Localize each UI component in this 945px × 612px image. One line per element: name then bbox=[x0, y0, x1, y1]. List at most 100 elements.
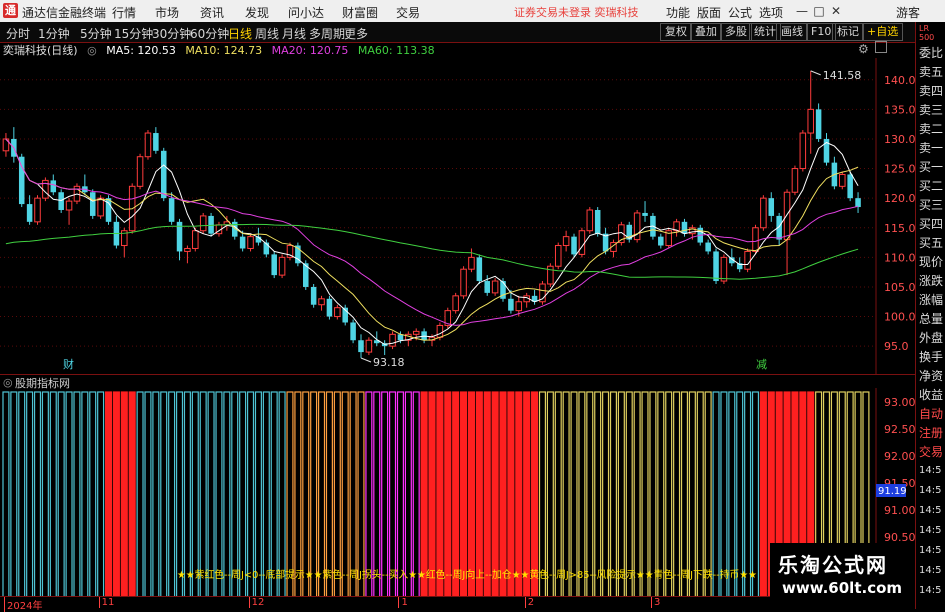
menu-discover[interactable]: 发现 bbox=[245, 4, 269, 21]
indicator-bar bbox=[349, 391, 357, 596]
indicator-bar bbox=[428, 391, 436, 596]
indicator-bar bbox=[673, 391, 681, 596]
indicator-tick-label: 92.50 bbox=[884, 423, 915, 436]
indicator-bar bbox=[152, 391, 160, 596]
pane-settings-icon[interactable]: ⚙ bbox=[858, 42, 869, 56]
candle-body bbox=[508, 298, 514, 311]
side-label[interactable]: 自动 bbox=[919, 405, 943, 423]
candle-body bbox=[847, 174, 853, 199]
moving-averages bbox=[5, 138, 859, 345]
side-label: 买二 bbox=[919, 179, 944, 193]
candle-body bbox=[310, 286, 317, 305]
overlay-button[interactable]: 叠加 bbox=[690, 23, 722, 41]
menu-hq-market[interactable]: 市场 bbox=[155, 4, 179, 21]
indicator-bar bbox=[199, 391, 207, 596]
period-tab[interactable]: 分时 bbox=[6, 25, 30, 42]
candlestick-chart[interactable]: 140.0 135.0 130.0 125.0 120.0 115.0 110.0 105.0… bbox=[0, 58, 915, 374]
period-tab[interactable]: 周线 bbox=[255, 25, 279, 42]
indicator-bar bbox=[712, 391, 720, 596]
menu-news[interactable]: 资讯 bbox=[200, 4, 224, 21]
candle-body bbox=[760, 197, 767, 229]
mark-button[interactable]: 标记 bbox=[832, 23, 864, 41]
side-label: 涨跌 bbox=[919, 274, 944, 288]
indicator-bar bbox=[310, 391, 318, 596]
period-tab[interactable]: 30分钟 bbox=[152, 25, 191, 42]
menu-function[interactable]: 功能 bbox=[666, 4, 690, 21]
login-warning[interactable]: 证券交易未登录 奕瑞科技 bbox=[514, 4, 639, 20]
fuquan-button[interactable]: 复权 bbox=[660, 23, 692, 41]
period-tab[interactable]: 60分钟 bbox=[190, 25, 229, 42]
menu-layout[interactable]: 版面 bbox=[697, 4, 721, 21]
indicator-bar bbox=[680, 391, 689, 596]
indicator-bar bbox=[475, 391, 483, 596]
indicator-bar bbox=[704, 391, 712, 596]
low-label: 93.18 bbox=[373, 356, 405, 369]
settings-icon[interactable]: ◎ bbox=[87, 44, 97, 57]
period-tab[interactable]: 15分钟 bbox=[114, 25, 153, 42]
side-label[interactable]: 注册 bbox=[919, 424, 943, 442]
cai-marker[interactable]: 财 bbox=[63, 357, 74, 371]
candle-body bbox=[58, 192, 64, 210]
tick-time: 14:5 bbox=[919, 585, 942, 596]
indicator-bar bbox=[175, 391, 184, 596]
indicator-bar bbox=[373, 391, 381, 596]
candle-body bbox=[484, 281, 490, 293]
menu-wealth[interactable]: 财富圈 bbox=[342, 4, 378, 21]
maximize-icon[interactable]: □ bbox=[810, 2, 828, 20]
candle-body bbox=[642, 212, 648, 216]
indicator-bar bbox=[41, 391, 49, 596]
candle-body bbox=[452, 295, 459, 312]
side-label: 涨幅 bbox=[919, 293, 944, 307]
period-toolbar: 分时 1分钟 5分钟 15分钟 30分钟 60分钟 日线 周线 月线 多周期 更… bbox=[0, 22, 915, 43]
candle-body bbox=[192, 230, 199, 249]
indicator-bar bbox=[325, 391, 333, 596]
jian-marker[interactable]: 减 bbox=[756, 358, 767, 371]
period-tab[interactable]: 1分钟 bbox=[38, 25, 70, 42]
menu-ask[interactable]: 问小达 bbox=[288, 4, 324, 21]
indicator-bar bbox=[602, 391, 610, 596]
indicator-bar bbox=[65, 391, 73, 596]
price-tick-label: 135.0 bbox=[884, 103, 915, 116]
candle-body bbox=[136, 156, 144, 187]
stock-name[interactable]: 奕瑞科技(日线) bbox=[3, 44, 78, 57]
watermark-url: www.60lt.com bbox=[782, 579, 903, 597]
side-label: 外盘 bbox=[919, 331, 944, 345]
pane-maximize-icon[interactable] bbox=[875, 41, 887, 53]
side-label[interactable]: 交易 bbox=[919, 443, 943, 461]
indicator-bar bbox=[128, 391, 136, 596]
candle-body bbox=[350, 322, 356, 341]
side-label: 买一 bbox=[919, 160, 944, 174]
indicator-bar bbox=[18, 391, 26, 596]
tick-time: 14:5 bbox=[919, 505, 942, 516]
period-tab[interactable]: 月线 bbox=[282, 25, 306, 42]
menu-formula[interactable]: 公式 bbox=[728, 4, 752, 21]
indicator-bar bbox=[625, 391, 633, 596]
indicator-bars bbox=[2, 391, 870, 596]
minimize-icon[interactable]: — bbox=[793, 2, 811, 20]
candle-body bbox=[855, 198, 861, 208]
side-label: 卖五 bbox=[919, 65, 944, 79]
price-axis: 140.0 135.0 130.0 125.0 120.0 115.0 110.0 105.0… bbox=[884, 74, 915, 353]
indicator-bar bbox=[578, 391, 586, 596]
guest-label[interactable]: 游客 bbox=[896, 4, 920, 21]
multi-stock-button[interactable]: 多股 bbox=[720, 23, 752, 41]
indicator-bar bbox=[381, 391, 389, 596]
period-tab[interactable]: 多周期 bbox=[309, 25, 345, 42]
menu-options[interactable]: 选项 bbox=[759, 4, 783, 21]
indicator-bar bbox=[207, 391, 215, 596]
candle-body bbox=[358, 340, 364, 353]
candle-body bbox=[389, 333, 396, 347]
add-favorite-button[interactable]: +自选 bbox=[862, 23, 904, 41]
indicator-bar bbox=[649, 391, 657, 596]
period-tab-active[interactable]: 日线 bbox=[228, 25, 252, 42]
price-tick-label: 110.0 bbox=[884, 251, 915, 264]
time-tick-label: 12 bbox=[248, 597, 264, 608]
period-tab[interactable]: 5分钟 bbox=[80, 25, 112, 42]
close-icon[interactable]: ✕ bbox=[827, 2, 845, 20]
high-label: 141.58 bbox=[823, 69, 862, 82]
menu-market[interactable]: 行情 bbox=[112, 4, 136, 21]
draw-line-button[interactable]: 画线 bbox=[776, 23, 808, 41]
indicator-tick-label: 92.00 bbox=[884, 450, 915, 463]
period-tab-more[interactable]: 更多 bbox=[344, 25, 368, 42]
menu-trade[interactable]: 交易 bbox=[396, 4, 420, 21]
